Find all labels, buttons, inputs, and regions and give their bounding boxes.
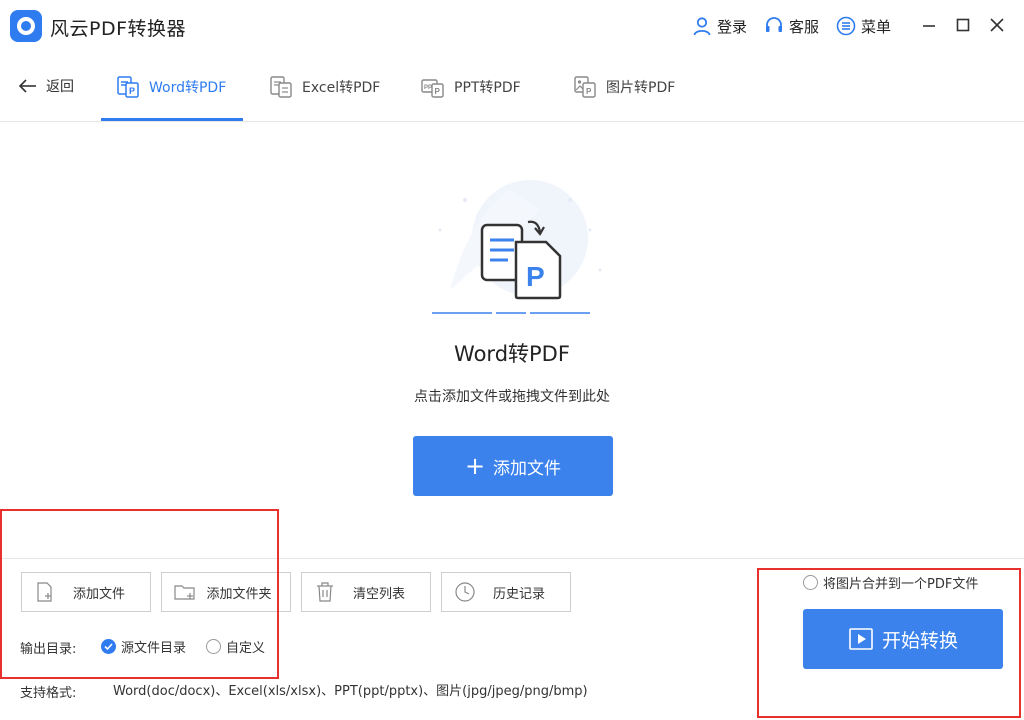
formats-text: Word(doc/docx)、Excel(xls/xlsx)、PPT(ppt/p… [113,684,588,699]
arrow-left-icon [18,79,36,93]
maximize-icon [956,18,970,32]
close-icon [990,18,1004,32]
user-icon [693,17,711,36]
clear-list-button[interactable]: 清空列表 [301,572,431,612]
tab-excel-to-pdf[interactable]: Excel转PDF [268,52,380,122]
close-button[interactable] [986,14,1008,36]
service-label: 客服 [789,17,820,36]
trash-icon [317,582,333,602]
minimize-icon [923,25,935,27]
login-button[interactable]: 登录 [692,14,747,38]
maximize-button[interactable] [952,14,974,36]
menu-label: 菜单 [861,17,892,36]
headset-icon [766,17,782,32]
back-label: 返回 [46,79,74,95]
add-file-main-button[interactable]: + 添加文件 [413,436,613,496]
image-doc-icon: P [574,76,596,98]
clear-list-label: 清空列表 [352,586,405,602]
highlight-box-right [757,568,1021,718]
menu-icon [836,16,856,36]
formats-label: 支持格式: [20,686,77,701]
word-to-pdf-illustration: P [432,180,602,314]
tab-ppt-to-pdf[interactable]: PPT P PPT转PDF [420,52,521,122]
minimize-button[interactable] [918,14,940,36]
tab-image-to-pdf[interactable]: P 图片转PDF [572,52,675,122]
word-doc-icon: P [117,76,139,98]
history-label: 历史记录 [492,586,545,602]
service-button[interactable]: 客服 [764,14,819,38]
app-logo-icon [10,10,42,42]
plus-icon: + [464,452,486,480]
drop-hint: 点击添加文件或拖拽文件到此处 [414,389,610,405]
login-label: 登录 [717,17,748,36]
ppt-doc-icon: PPT P [421,79,444,98]
history-button[interactable]: 历史记录 [441,572,571,612]
tab-label: 图片转PDF [606,80,676,96]
tab-label: PPT转PDF [454,80,521,96]
clock-icon [455,582,475,602]
excel-doc-icon [270,76,292,98]
svg-text:P: P [435,87,441,96]
add-file-main-label: 添加文件 [493,458,562,479]
back-button[interactable]: 返回 [18,76,74,96]
active-tab-indicator [101,118,243,121]
tab-label: Word转PDF [149,80,227,96]
svg-text:P: P [129,86,135,96]
tab-label: Excel转PDF [302,80,381,96]
highlight-box-left [0,509,279,679]
menu-button[interactable]: 菜单 [836,14,891,38]
title-bar: 风云PDF转换器 登录 客服 菜单 [0,0,1024,52]
svg-text:P: P [526,261,545,292]
app-title: 风云PDF转换器 [50,18,187,40]
tab-word-to-pdf[interactable]: P Word转PDF [115,52,226,122]
tab-bar: 返回 P Word转PDF Excel转PDF PPT P PPT转PDF P … [0,52,1024,122]
page-title: Word转PDF [454,342,570,366]
svg-text:P: P [586,87,592,96]
